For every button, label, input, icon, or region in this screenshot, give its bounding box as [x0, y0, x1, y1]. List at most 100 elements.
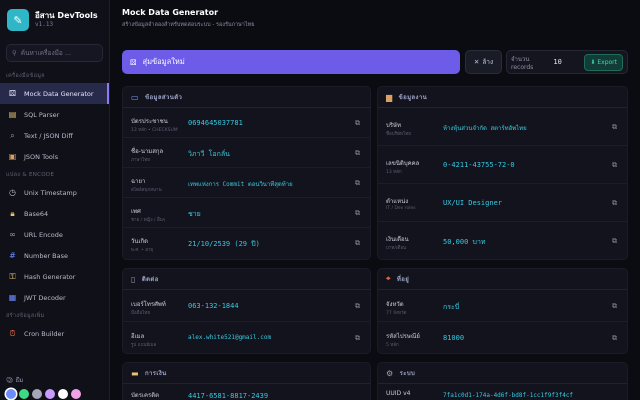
app-version: v1.13	[35, 21, 54, 28]
sidebar-item-unix-timestamp[interactable]: ◷ Unix Timestamp	[0, 182, 109, 203]
field-row: จังหวัด 77 จังหวัด กระบี่ ⧉	[378, 290, 627, 322]
sidebar-item-cron-builder[interactable]: ⏰︎ Cron Builder	[0, 323, 109, 344]
field-hint: 5 หลัก	[386, 343, 399, 348]
field-hint: IT / Dev roles	[386, 206, 416, 211]
field-row: เบอร์โทรศัพท์ มือถือไทย 063-132-1844 ⧉	[123, 290, 370, 322]
sidebar: ✎ อีสาน DevTools v1.13 ⚲ ค้นหาเครื่องมือ…	[0, 0, 110, 400]
theme-swatch[interactable]	[58, 389, 68, 399]
dice-icon: ⚄	[130, 57, 137, 67]
map-pin-icon: ⌖	[386, 274, 391, 283]
field-row: บัตรเครดิต 4417-6581-8817-2439	[123, 384, 370, 400]
card-address: ⌖ ที่อยู่ จังหวัด 77 จังหวัด กระบี่ ⧉ รหั…	[377, 268, 628, 354]
sidebar-item-label: JWT Decoder	[24, 293, 66, 302]
clear-button[interactable]: ✕ ล้าง	[465, 50, 502, 74]
copy-icon[interactable]: ⧉	[610, 123, 619, 132]
field-value[interactable]: 063-132-1844	[188, 302, 239, 310]
copy-icon[interactable]: ⧉	[610, 302, 619, 311]
copy-icon[interactable]: ⧉	[610, 334, 619, 343]
copy-icon[interactable]: ⧉	[610, 161, 619, 170]
id-card-icon: ▭	[131, 92, 139, 102]
copy-icon[interactable]: ⧉	[353, 334, 362, 343]
field-hint: มือถือไทย	[131, 311, 150, 316]
section-title-data: เครื่องมือข้อมูล	[6, 73, 45, 79]
field-row: เพศ ชาย / หญิง / อื่นๆ ชาย ⧉	[123, 198, 370, 228]
sidebar-item-text-json-diff[interactable]: ⌕ Text / JSON Diff	[0, 125, 109, 146]
copy-icon[interactable]: ⧉	[610, 237, 619, 246]
sidebar-item-json-tools[interactable]: ▣ JSON Tools	[0, 146, 109, 167]
page-title: Mock Data Generator	[122, 8, 219, 17]
theme-swatch[interactable]	[45, 389, 55, 399]
copy-icon[interactable]: ⧉	[353, 119, 362, 128]
close-icon: ✕	[473, 58, 480, 66]
field-value[interactable]: alex.white521@gmail.com	[188, 334, 271, 341]
field-value[interactable]: 0-4211-43755-72-0	[443, 161, 515, 169]
field-hint: บาท/เดือน	[386, 246, 407, 251]
field-row: ฉายา สไตล์สนุกสนาน เทพแห่งการ Commit ตอน…	[123, 168, 370, 198]
field-value[interactable]: 50,000 บาท	[443, 237, 486, 248]
sidebar-item-base64[interactable]: 🔒︎ Base64	[0, 203, 109, 224]
records-input[interactable]: 10	[553, 58, 580, 66]
theme-picker: 🎨︎ ธีม	[0, 372, 109, 400]
sidebar-item-mock-data[interactable]: ⚄ Mock Data Generator	[0, 83, 109, 104]
field-label: UUID v4	[386, 390, 411, 397]
search-input[interactable]: ค้นหาเครื่องมือ ...	[21, 48, 71, 58]
field-value[interactable]: 21/10/2539 (29 ปี)	[188, 239, 260, 250]
app-name: อีสาน DevTools	[35, 11, 98, 20]
records-control: จำนวน records 10 ⬇ Export	[506, 50, 628, 74]
field-value[interactable]: ชาย	[188, 209, 201, 220]
copy-icon[interactable]: ⧉	[610, 199, 619, 208]
theme-swatch[interactable]	[6, 389, 16, 399]
sidebar-search[interactable]: ⚲ ค้นหาเครื่องมือ ...	[6, 44, 103, 62]
field-row: บริษัท ชื่อบริษัทไทย ห้างหุ้นส่วนจำกัด ส…	[378, 108, 627, 146]
field-label: บัตรเครดิต	[131, 392, 160, 399]
card-title: ที่อยู่	[396, 276, 410, 283]
field-row: ตำแหน่ง IT / Dev roles UX/UI Designer ⧉	[378, 184, 627, 222]
theme-swatch[interactable]	[19, 389, 29, 399]
alarm-icon: ⏰︎	[9, 329, 16, 338]
field-value[interactable]: 7fa1c0d1-174a-4d6f-bd8f-1cc1f9f3f4cf	[443, 392, 573, 399]
sidebar-item-hash-generator[interactable]: ⚿ Hash Generator	[0, 266, 109, 287]
field-value[interactable]: UX/UI Designer	[443, 199, 502, 207]
briefcase-icon: ▆	[386, 92, 393, 102]
sidebar-item-sql-parser[interactable]: ▤ SQL Parser	[0, 104, 109, 125]
sidebar-item-number-base[interactable]: # Number Base	[0, 245, 109, 266]
sidebar-item-jwt-decoder[interactable]: ▦ JWT Decoder	[0, 287, 109, 308]
copy-icon[interactable]: ⧉	[353, 209, 362, 218]
sidebar-item-label: Text / JSON Diff	[24, 131, 73, 140]
link-icon: ∞	[9, 230, 16, 239]
sidebar-item-url-encode[interactable]: ∞ URL Encode	[0, 224, 109, 245]
copy-icon[interactable]: ⧉	[353, 179, 362, 188]
field-value[interactable]: 0694645037781	[188, 119, 243, 127]
field-value[interactable]: 4417-6581-8817-2439	[188, 392, 268, 400]
copy-icon[interactable]: ⧉	[353, 239, 362, 248]
field-hint: รูป แบบอีเมล	[131, 343, 157, 348]
field-label: ตำแหน่ง	[386, 198, 409, 205]
export-button[interactable]: ⬇ Export	[584, 53, 623, 71]
field-value[interactable]: เทพแห่งการ Commit ตอนวินาทีสุดท้าย	[188, 179, 293, 189]
field-value[interactable]: ห้างหุ้นส่วนจำกัด สตาร์ทอัพไทย	[443, 123, 527, 133]
brand[interactable]: ✎ อีสาน DevTools v1.13	[0, 0, 109, 40]
magnifier-icon: ⌕	[10, 131, 15, 140]
field-hint: ชื่อบริษัทไทย	[386, 132, 411, 137]
records-label: จำนวน records	[511, 55, 534, 71]
generate-button[interactable]: ⚄ สุ่มข้อมูลใหม่	[122, 50, 460, 74]
theme-swatch[interactable]	[71, 389, 81, 399]
copy-icon[interactable]: ⧉	[353, 149, 362, 158]
export-label: Export	[597, 58, 617, 66]
field-value[interactable]: กระบี่	[443, 302, 459, 313]
field-label: บริษัท	[386, 122, 401, 129]
theme-swatch[interactable]	[32, 389, 42, 399]
field-row: ชื่อ-นามสกุล ภาษาไทย วิภาวี โอกลั่น ⧉	[123, 138, 370, 168]
theme-label: ธีม	[15, 377, 24, 384]
field-value[interactable]: วิภาวี โอกลั่น	[188, 149, 230, 160]
field-value[interactable]: 81000	[443, 334, 464, 342]
field-row: รหัสไปรษณีย์ 5 หลัก 81000 ⧉	[378, 322, 627, 353]
sidebar-item-label: Unix Timestamp	[24, 188, 77, 197]
field-label: เบอร์โทรศัพท์	[131, 301, 166, 308]
credit-card-icon: ▬	[131, 368, 139, 378]
sidebar-item-label: SQL Parser	[24, 110, 60, 119]
field-label: เพศ	[131, 208, 141, 215]
copy-icon[interactable]: ⧉	[353, 302, 362, 311]
gear-icon: ⚙	[386, 368, 394, 378]
field-hint: 13 หลัก • CHECKSUM	[131, 128, 178, 133]
